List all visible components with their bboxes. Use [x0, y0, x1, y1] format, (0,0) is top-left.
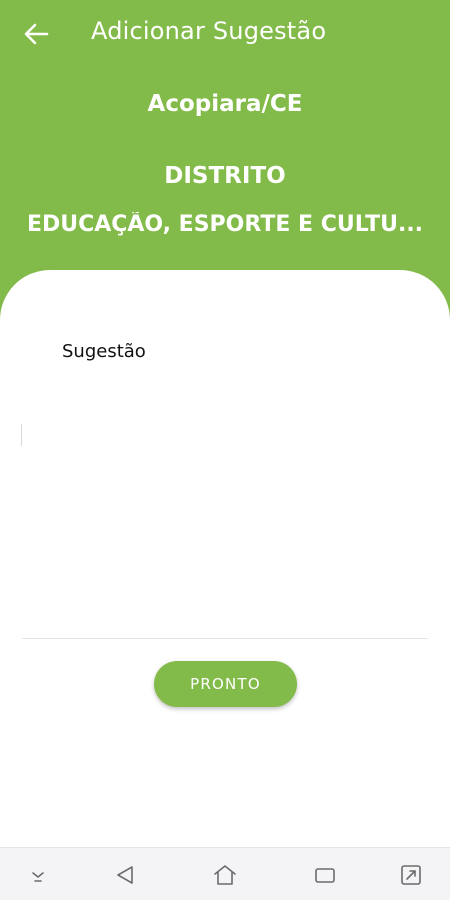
nav-home-button[interactable] — [210, 860, 240, 890]
suggestion-input[interactable] — [22, 380, 428, 636]
back-button[interactable] — [20, 18, 52, 50]
nav-recents-button[interactable] — [310, 860, 340, 890]
page-title: Adicionar Sugestão — [91, 17, 327, 45]
rotate-screen-button[interactable] — [396, 860, 426, 890]
suggestion-label: Sugestão — [62, 341, 146, 362]
home-icon — [214, 865, 236, 885]
recents-icon — [315, 868, 335, 883]
back-triangle-icon — [117, 866, 133, 884]
arrow-left-icon — [24, 23, 49, 45]
keyboard-hide-icon — [32, 872, 44, 882]
category-label: EDUCAÇÃO, ESPORTE E CULTU... — [26, 212, 424, 237]
input-underline — [22, 638, 428, 639]
nav-back-button[interactable] — [110, 860, 140, 890]
system-navbar — [0, 847, 450, 900]
text-cursor — [21, 424, 22, 446]
keyboard-hide-button[interactable] — [23, 860, 53, 890]
rotate-screen-icon — [401, 865, 421, 885]
district-label: DISTRITO — [164, 163, 286, 189]
city-label: Acopiara/CE — [147, 91, 303, 117]
done-button[interactable]: PRONTO — [154, 661, 297, 707]
screen: Adicionar Sugestão Acopiara/CE DISTRITO … — [0, 0, 450, 900]
